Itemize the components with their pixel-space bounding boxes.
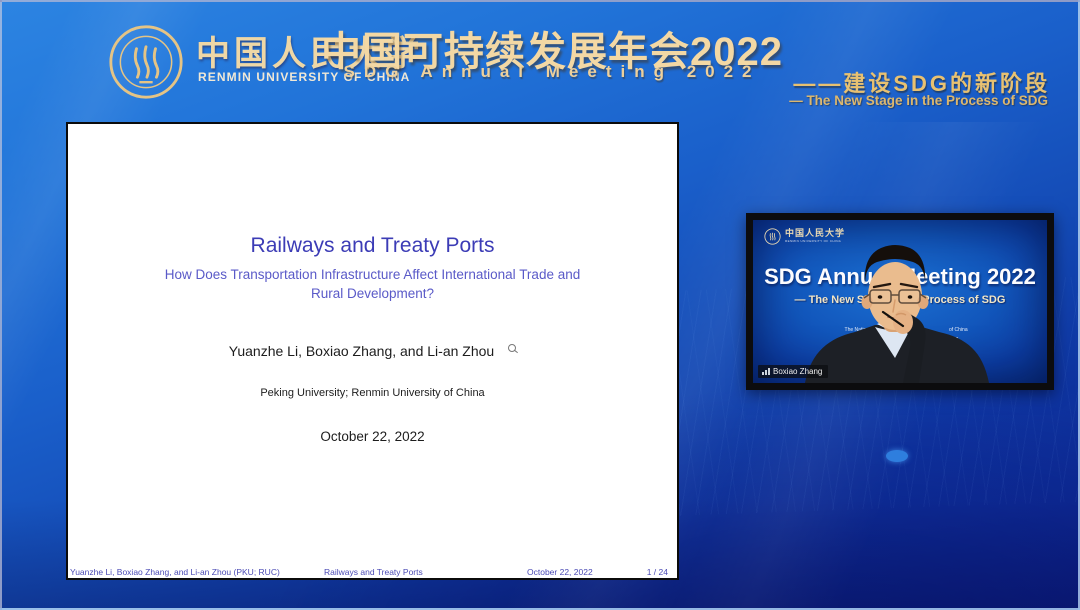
- university-seal-icon: [108, 24, 184, 100]
- event-title-english: SDG Annual Meeting 2022: [314, 62, 790, 82]
- slide-subtitle-line1: How Does Transportation Infrastructure A…: [68, 267, 677, 282]
- slide-footer-date: October 22, 2022: [527, 567, 593, 577]
- meeting-stream-frame: 中国人民大学 RENMIN UNIVERSITY OF CHINA 中国可持续发…: [0, 0, 1080, 610]
- slide-authors-text: Yuanzhe Li, Boxiao Zhang, and Li-an Zhou: [229, 343, 494, 359]
- background-glow-dot: [886, 450, 908, 462]
- participant-name: Boxiao Zhang: [773, 367, 822, 376]
- presenter-figure: [753, 220, 1047, 383]
- speaker-video-tile[interactable]: 中国人民大学 RENMIN UNIVERSITY OF CHINA SDG An…: [746, 213, 1054, 390]
- slide-page-number: 1 / 24: [647, 567, 668, 577]
- slide-affiliation: Peking University; Renmin University of …: [68, 387, 677, 399]
- participant-name-tag: Boxiao Zhang: [758, 365, 828, 378]
- signal-bars-icon: [762, 368, 770, 375]
- slide-date: October 22, 2022: [68, 429, 677, 444]
- slide-subtitle-line2: Rural Development?: [68, 286, 677, 301]
- presentation-slide: Railways and Treaty Ports How Does Trans…: [66, 122, 679, 580]
- slide-footer: Yuanzhe Li, Boxiao Zhang, and Li-an Zhou…: [68, 565, 677, 577]
- slide-footer-authors: Yuanzhe Li, Boxiao Zhang, and Li-an Zhou…: [70, 567, 280, 577]
- slide-title: Railways and Treaty Ports: [68, 234, 677, 258]
- slide-footer-title: Railways and Treaty Ports: [324, 567, 423, 577]
- speaker-video-screen: 中国人民大学 RENMIN UNIVERSITY OF CHINA SDG An…: [753, 220, 1047, 383]
- thanks-ornament-icon: [508, 344, 516, 352]
- event-subtitle-english: — The New Stage in the Process of SDG: [789, 93, 1048, 108]
- slide-authors: Yuanzhe Li, Boxiao Zhang, and Li-an Zhou: [68, 343, 677, 359]
